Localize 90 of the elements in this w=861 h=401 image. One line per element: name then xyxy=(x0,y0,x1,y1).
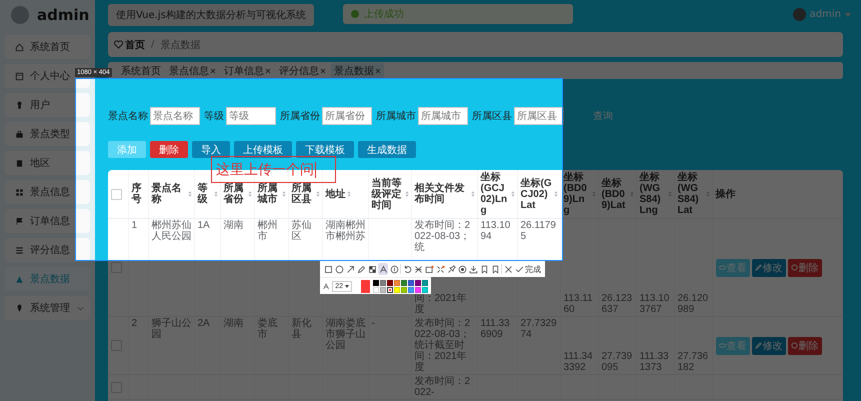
table-cell: 湖南娄底市狮子山公园 xyxy=(326,318,366,351)
done-button[interactable]: 完成 xyxy=(514,264,542,274)
table-cell: 湖南 xyxy=(224,318,244,329)
sidebar-item[interactable]: 景点数据 xyxy=(5,267,90,291)
page-tab[interactable]: 景点数据 xyxy=(331,62,384,78)
search-field[interactable]: 所属区县 xyxy=(514,107,564,125)
table-cell: 111.343392 xyxy=(564,351,593,373)
breadcrumb-separator: / xyxy=(151,39,154,50)
sidebar-item[interactable]: 用户 xyxy=(5,93,90,117)
table-cell: 27.736182 xyxy=(678,351,708,373)
row-button[interactable]: 修改 xyxy=(752,258,786,276)
field-label: 所属城市 xyxy=(376,110,416,123)
action-button[interactable]: 上传模板 xyxy=(234,141,292,158)
column-header: 景点名称 xyxy=(152,183,182,205)
table-cell: 湖南郴州市郴州苏 xyxy=(326,220,366,242)
column-header: 坐标(BD09)Lat xyxy=(602,178,626,210)
column-header: 坐标(WGS84)Lat xyxy=(678,172,700,216)
table-cell: 113.1160 xyxy=(564,293,593,315)
action-button[interactable]: 删除 xyxy=(150,141,188,158)
column-header: 坐标(GCJ02)Lat xyxy=(520,178,552,210)
username[interactable]: admin xyxy=(810,9,841,20)
action-button[interactable]: 生成数据 xyxy=(358,141,416,158)
sidebar-item[interactable]: 订单信息 xyxy=(5,209,90,233)
table-cell: 1A xyxy=(198,220,210,231)
table-cell: 苏仙区 xyxy=(292,220,312,242)
table-cell: - xyxy=(372,318,375,329)
field-label: 等级 xyxy=(204,110,224,123)
search-field[interactable]: 景点名称 xyxy=(150,107,200,125)
action-button[interactable]: 添加 xyxy=(108,141,146,158)
page-tab[interactable]: 系统首页 xyxy=(118,62,164,78)
search-field[interactable]: 等级 xyxy=(226,107,276,125)
column-header: 所属城市 xyxy=(258,183,278,205)
search-field[interactable]: 所属城市 xyxy=(418,107,468,125)
table-cell: 郴州市 xyxy=(258,220,278,242)
column-header: 地址 xyxy=(326,188,346,200)
username: admin xyxy=(37,6,90,24)
table-cell: 113.1094 xyxy=(480,220,510,242)
table-cell: 111.331373 xyxy=(640,351,669,373)
page-tab[interactable]: 订单信息 xyxy=(221,62,274,78)
table-cell: 发布时间：2022-08-03；统计截至时间：2021年度 xyxy=(414,318,470,373)
breadcrumb-current: 景点数据 xyxy=(160,38,200,52)
table-cell: 郴州苏仙人民公园 xyxy=(152,220,192,242)
annotation-text: 这里上传一个问 xyxy=(216,162,314,176)
breadcrumb-link[interactable]: 首页 xyxy=(125,38,145,52)
column-header: 所属区县 xyxy=(292,183,312,205)
table-cell: 2A xyxy=(198,318,210,329)
row-button[interactable]: 删除 xyxy=(788,258,822,276)
table-cell: 111.336909 xyxy=(480,318,510,340)
field-label: 所属省份 xyxy=(280,110,320,123)
field-label: 景点名称 xyxy=(108,110,148,123)
column-header: 坐标(WGS84)Lng xyxy=(640,172,662,216)
table-cell: 娄底市 xyxy=(258,318,278,340)
page-tab[interactable]: 景点信息 xyxy=(166,62,219,78)
table-cell: 湖南 xyxy=(224,220,244,231)
table-cell: 1 xyxy=(132,220,138,231)
text-annotation[interactable]: 这里上传一个问 xyxy=(211,156,336,183)
table-cell: 狮子山公园 xyxy=(152,318,192,340)
column-header: 等级 xyxy=(198,183,208,205)
page-tab[interactable]: 评分信息 xyxy=(276,62,329,78)
sidebar-item[interactable]: 系统管理 xyxy=(5,296,90,320)
sidebar-item[interactable]: 地区 xyxy=(5,151,90,175)
column-header: 坐标(BD09)Lng xyxy=(564,172,588,216)
table-cell: 26.11795 xyxy=(520,220,556,242)
column-header: 坐标(GCJ02)Lng xyxy=(480,172,508,216)
table-cell: 27.732974 xyxy=(520,318,557,340)
table-cell-text: 发布时间：2022-08-03；统 xyxy=(414,220,472,253)
sidebar-item[interactable]: 景点信息 xyxy=(5,180,90,204)
table-cell: 新化县 xyxy=(292,318,312,340)
table-cell: 26.123637 xyxy=(602,293,632,315)
column-header: 相关文件发布时间 xyxy=(414,183,466,205)
table-cell: 26.120989 xyxy=(678,293,708,315)
field-label: 所属区县 xyxy=(472,110,512,123)
row-button[interactable]: 删除 xyxy=(788,336,822,354)
column-header: 所属省份 xyxy=(224,183,244,205)
table-cell: 27.739095 xyxy=(602,351,632,373)
sidebar-item[interactable]: 系统首页 xyxy=(5,35,90,59)
table-cell: 113.103767 xyxy=(640,293,670,315)
action-button[interactable]: 导入 xyxy=(192,141,230,158)
column-header: 当前等级评定时间 xyxy=(372,178,402,210)
toast-message: 上传成功 xyxy=(364,8,404,21)
column-header: 序号 xyxy=(132,183,142,205)
table-cell: 发布时间：2022- xyxy=(414,376,470,398)
sidebar-item[interactable]: 评分信息 xyxy=(5,238,90,262)
action-button[interactable]: 下载模板 xyxy=(296,141,354,158)
sidebar-item[interactable]: 景点类型 xyxy=(5,122,90,146)
app-title: 使用Vue.js构建的大数据分析与可视化系统 xyxy=(108,4,314,26)
search-field[interactable]: 所属省份 xyxy=(322,107,372,125)
column-header: 操作 xyxy=(716,188,736,200)
row-button[interactable]: 修改 xyxy=(752,336,786,354)
table-cell: 2 xyxy=(132,318,138,329)
